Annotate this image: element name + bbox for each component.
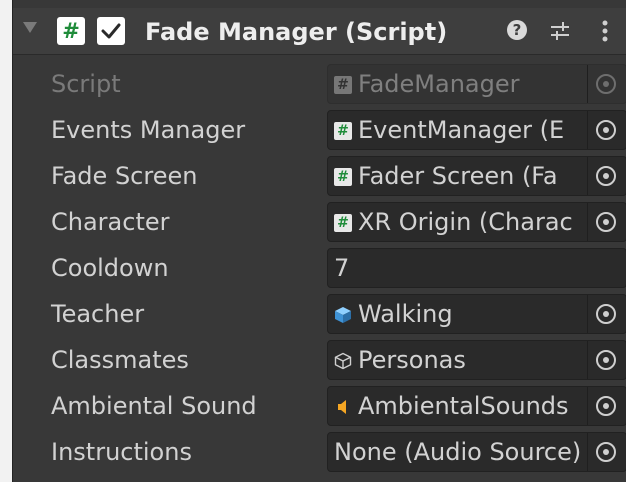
object-picker-icon[interactable] (587, 157, 626, 195)
script-object-field: # FadeManager (327, 64, 626, 104)
object-picker-icon[interactable] (587, 387, 626, 425)
object-picker-icon[interactable] (587, 203, 626, 241)
field-row-classmates: Classmates Personas (13, 339, 626, 381)
field-label: Teacher (51, 300, 145, 328)
field-value: FadeManager (358, 70, 520, 98)
fade-screen-object-field[interactable]: # Fader Screen (Fa (327, 156, 626, 196)
foldout-arrow-icon[interactable] (23, 22, 37, 33)
field-value: EventManager (E (358, 116, 565, 144)
field-label: Events Manager (51, 116, 246, 144)
checkmark-icon (101, 23, 121, 39)
object-picker-icon (587, 65, 626, 103)
field-value: XR Origin (Charac (358, 208, 573, 236)
field-row-ambiental-sound: Ambiental Sound AmbientalSounds (13, 385, 626, 427)
field-value: AmbientalSounds (358, 392, 569, 420)
object-picker-icon[interactable] (587, 111, 626, 149)
teacher-object-field[interactable]: Walking (327, 294, 626, 334)
field-label: Instructions (51, 438, 192, 466)
field-label: Fade Screen (51, 162, 198, 190)
field-value: 7 (334, 254, 350, 282)
field-row-fade-screen: Fade Screen # Fader Screen (Fa (13, 155, 626, 197)
events-manager-object-field[interactable]: # EventManager (E (327, 110, 626, 150)
field-row-cooldown: Cooldown 7 (13, 247, 626, 289)
instructions-object-field[interactable]: None (Audio Source) (327, 432, 626, 472)
object-picker-icon[interactable] (587, 295, 626, 333)
field-row-instructions: Instructions None (Audio Source) (13, 431, 626, 473)
prefab-outline-icon (334, 352, 352, 370)
script-icon: # (334, 122, 352, 140)
field-label: Cooldown (51, 254, 169, 282)
field-row-teacher: Teacher Walking (13, 293, 626, 335)
field-label: Classmates (51, 346, 189, 374)
field-label: Script (51, 70, 121, 98)
classmates-object-field[interactable]: Personas (327, 340, 626, 380)
field-value: Fader Screen (Fa (358, 162, 558, 190)
script-icon: # (334, 214, 352, 232)
prefab-icon (335, 307, 351, 323)
object-picker-icon[interactable] (587, 433, 626, 471)
audio-source-icon (338, 400, 346, 414)
component-title: Fade Manager (Script) (145, 18, 448, 46)
help-icon[interactable]: ? (507, 20, 527, 40)
field-value: None (Audio Source) (334, 438, 582, 466)
field-row-events-manager: Events Manager # EventManager (E (13, 109, 626, 151)
field-value: Walking (358, 300, 453, 328)
field-row-character: Character # XR Origin (Charac (13, 201, 626, 243)
script-icon: # (57, 17, 85, 45)
cooldown-number-input[interactable]: 7 (327, 248, 626, 288)
enabled-checkbox[interactable] (97, 17, 125, 45)
more-options-icon[interactable] (601, 19, 609, 43)
field-label: Ambiental Sound (51, 392, 257, 420)
object-picker-icon[interactable] (587, 341, 626, 379)
script-icon: # (334, 168, 352, 186)
script-icon: # (334, 76, 352, 94)
ambiental-sound-object-field[interactable]: AmbientalSounds (327, 386, 626, 426)
field-row-script: Script # FadeManager (13, 63, 626, 105)
inspector-panel: # Fade Manager (Script) ? Script # FadeM… (12, 0, 626, 482)
field-value: Personas (358, 346, 466, 374)
character-object-field[interactable]: # XR Origin (Charac (327, 202, 626, 242)
presets-icon[interactable] (549, 20, 571, 42)
component-header[interactable]: # Fade Manager (Script) ? (13, 8, 626, 55)
field-label: Character (51, 208, 170, 236)
